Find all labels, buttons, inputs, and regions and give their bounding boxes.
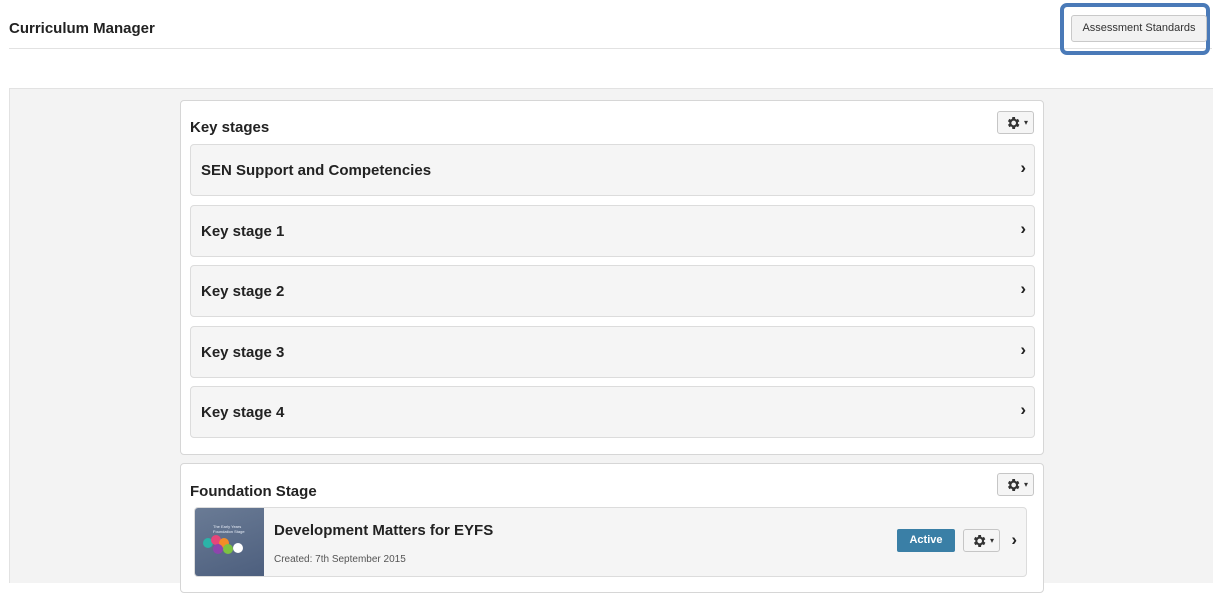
key-stages-panel: Key stages ▾ SEN Support and Competencie… — [180, 100, 1044, 455]
chevron-right-icon[interactable]: › — [1011, 530, 1017, 550]
chevron-right-icon: › — [1020, 340, 1026, 359]
hexagon-logo-icon — [203, 535, 243, 554]
gear-icon — [1007, 479, 1020, 491]
chevron-right-icon: › — [1020, 400, 1026, 419]
caret-down-icon: ▾ — [1023, 480, 1028, 489]
key-stage-row[interactable]: Key stage 4 › — [190, 386, 1035, 438]
gear-icon — [1007, 117, 1020, 129]
key-stage-label: Key stage 4 — [201, 404, 285, 421]
foundation-stage-title: Foundation Stage — [190, 483, 317, 500]
header-bar: Curriculum Manager Assessment Standards — [0, 0, 1213, 55]
course-title: Development Matters for EYFS — [274, 522, 494, 539]
foundation-stage-panel: Foundation Stage ▾ The Early Years Found… — [180, 463, 1044, 593]
course-row[interactable]: The Early Years Foundation Stage Develop… — [194, 507, 1027, 577]
course-created-date: Created: 7th September 2015 — [274, 554, 406, 565]
key-stages-title: Key stages — [190, 119, 270, 136]
status-badge[interactable]: Active — [897, 529, 955, 552]
caret-down-icon: ▾ — [1023, 118, 1028, 127]
foundation-settings-button[interactable]: ▾ — [997, 473, 1034, 496]
key-stage-label: Key stage 2 — [201, 283, 285, 300]
header-divider — [9, 48, 1212, 49]
course-thumbnail: The Early Years Foundation Stage — [195, 508, 264, 576]
page-title: Curriculum Manager — [9, 20, 155, 37]
key-stages-settings-button[interactable]: ▾ — [997, 111, 1034, 134]
key-stage-row[interactable]: SEN Support and Competencies › — [190, 144, 1035, 196]
course-settings-button[interactable]: ▾ — [963, 529, 1000, 552]
key-stage-label: Key stage 1 — [201, 223, 285, 240]
key-stage-row[interactable]: Key stage 2 › — [190, 265, 1035, 317]
key-stage-label: SEN Support and Competencies — [201, 162, 432, 179]
key-stage-row[interactable]: Key stage 3 › — [190, 326, 1035, 378]
assessment-standards-button[interactable]: Assessment Standards — [1071, 15, 1207, 42]
key-stage-row[interactable]: Key stage 1 › — [190, 205, 1035, 257]
chevron-right-icon: › — [1020, 158, 1026, 177]
caret-down-icon: ▾ — [989, 536, 994, 545]
chevron-right-icon: › — [1020, 279, 1026, 298]
thumbnail-caption: The Early Years Foundation Stage — [213, 524, 245, 534]
key-stage-label: Key stage 3 — [201, 344, 285, 361]
chevron-right-icon: › — [1020, 219, 1026, 238]
gear-icon — [973, 535, 986, 547]
